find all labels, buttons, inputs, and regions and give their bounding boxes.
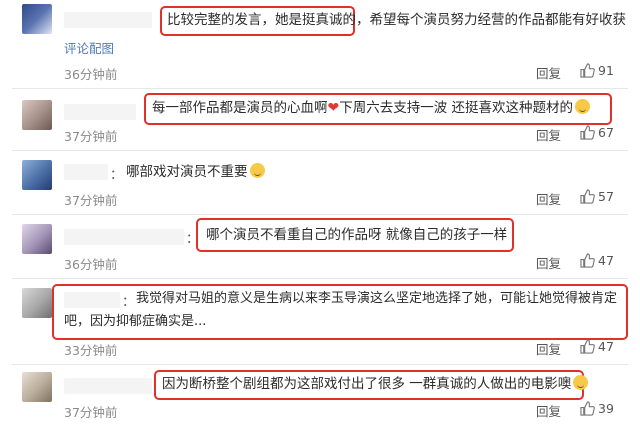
colon: ：	[110, 168, 124, 183]
like-button[interactable]: 47	[580, 253, 614, 268]
username[interactable]	[64, 378, 152, 394]
like-count: 47	[598, 253, 614, 268]
comment-text-line: 吧，因为抑郁症确实是...	[64, 314, 207, 329]
comment-time: 36分钟前	[64, 67, 118, 82]
like-count: 47	[598, 339, 614, 354]
avatar[interactable]	[22, 372, 52, 402]
comment-text: 因为断桥整个剧组都为这部戏付出了很多 一群真诚的人做出的电影噢	[162, 373, 589, 395]
heart-icon: ❤	[327, 100, 340, 116]
avatar[interactable]	[22, 4, 52, 34]
comment-text: 比较完整的发言，她是挺真诚的，希望每个演员努力经营的作品都能有好收获	[167, 12, 626, 28]
comment-text-part: 每一部作品都是演员的心血啊	[152, 100, 328, 116]
reply-button[interactable]: 回复	[536, 339, 561, 358]
hugging-emoji-icon	[573, 375, 589, 390]
username[interactable]	[64, 229, 184, 245]
like-count: 57	[598, 189, 614, 204]
username[interactable]	[64, 12, 152, 28]
username[interactable]	[64, 164, 108, 180]
reply-button[interactable]: 回复	[536, 125, 561, 144]
comment-text: 每一部作品都是演员的心血啊❤下周六去支持一波 还挺喜欢这种题材的	[152, 97, 591, 119]
divider	[12, 214, 628, 215]
like-button[interactable]: 39	[580, 401, 614, 416]
divider	[12, 278, 628, 279]
divider	[12, 88, 628, 89]
like-count: 67	[598, 125, 614, 140]
cat-emoji-icon	[249, 163, 265, 178]
comment-text: 哪个演员不看重自己的作品呀 就像自己的孩子一样	[206, 227, 508, 243]
thumbs-up-icon	[580, 63, 595, 78]
comment-text-part: 因为断桥整个剧组都为这部戏付出了很多 一群真诚的人做出的电影噢	[162, 376, 572, 392]
like-button[interactable]: 57	[580, 189, 614, 204]
comment-time: 37分钟前	[64, 193, 118, 208]
comment-time: 37分钟前	[64, 129, 118, 144]
comment-text-part: 下周六去支持一波 还挺喜欢这种题材的	[339, 100, 574, 116]
tearful-emoji-icon	[575, 99, 591, 114]
thumbs-up-icon	[580, 189, 595, 204]
colon: ：	[122, 295, 136, 310]
thumbs-up-icon	[580, 125, 595, 140]
like-button[interactable]: 47	[580, 339, 614, 354]
avatar[interactable]	[22, 288, 52, 318]
comment-time: 36分钟前	[64, 257, 118, 272]
thumbs-up-icon	[580, 401, 595, 416]
reply-button[interactable]: 回复	[536, 253, 561, 272]
like-button[interactable]: 67	[580, 125, 614, 140]
comment-time: 37分钟前	[64, 405, 118, 420]
username[interactable]	[64, 104, 136, 120]
comment-text-part: 哪部戏对演员不重要	[126, 164, 248, 180]
thumbs-up-icon	[580, 339, 595, 354]
thumbs-up-icon	[580, 253, 595, 268]
comment-text: 哪部戏对演员不重要	[126, 161, 265, 183]
divider	[12, 150, 628, 151]
like-count: 91	[598, 63, 614, 78]
like-button[interactable]: 91	[580, 63, 614, 78]
divider	[12, 364, 628, 365]
comment-image-link[interactable]: 评论配图	[64, 38, 114, 57]
like-count: 39	[598, 401, 614, 416]
comment-time: 33分钟前	[64, 343, 118, 358]
avatar[interactable]	[22, 160, 52, 190]
reply-button[interactable]: 回复	[536, 189, 561, 208]
avatar[interactable]	[22, 100, 52, 130]
comment-text-line: 我觉得对马姐的意义是生病以来李玉导演这么坚定地选择了她，可能让她觉得被肯定	[136, 291, 618, 306]
avatar[interactable]	[22, 224, 52, 254]
reply-button[interactable]: 回复	[536, 401, 561, 420]
reply-button[interactable]: 回复	[536, 63, 561, 82]
